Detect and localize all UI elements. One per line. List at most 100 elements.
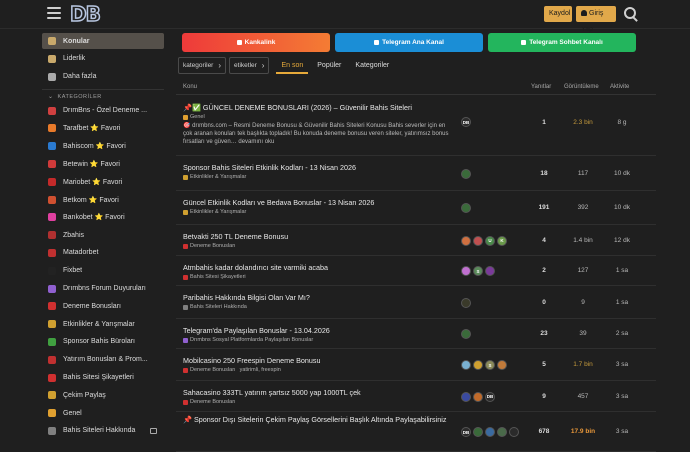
topic-category-badge[interactable]: Etkinlikler & Yarışmalar [183, 209, 246, 215]
last-activity[interactable]: 10 dk [607, 204, 637, 211]
sidebar-category-item[interactable]: DrımBns - Özel Deneme ... [42, 103, 164, 119]
topic-row[interactable]: 📌 Sponsor Dışı Sitelerin Çekim Paylaş Gö… [176, 412, 656, 452]
topic-title-link[interactable]: 📌 Sponsor Dışı Sitelerin Çekim Paylaş Gö… [183, 415, 453, 425]
avatar[interactable]: K [497, 235, 507, 246]
topic-column-header[interactable]: Konu [183, 84, 197, 90]
sidebar-category-item[interactable]: Bahiscom ⭐ Favori [42, 138, 164, 154]
last-activity[interactable]: 3 sa [607, 361, 637, 368]
avatar[interactable] [461, 329, 471, 339]
banner-link-3[interactable]: Telegram Sohbet Kanalı [488, 33, 636, 52]
categories-dropdown[interactable]: kategoriler › [178, 56, 227, 74]
topic-title-link[interactable]: Paribahis Hakkında Bilgisi Olan Var Mı? [183, 293, 310, 302]
search-icon[interactable] [624, 7, 638, 21]
reply-count[interactable]: 18 [529, 170, 559, 177]
topic-category-badge[interactable]: Deneme Bonusları yatirimli, freespin [183, 367, 281, 373]
reply-count[interactable]: 1 [529, 119, 559, 126]
topic-row[interactable]: Atmbahis kadar dolandırıcı site varmiki … [176, 256, 656, 286]
avatar[interactable] [485, 266, 495, 276]
avatar[interactable]: S [473, 266, 483, 276]
topic-category-badge[interactable]: Bahis Sitesi Şikayetleri [183, 274, 246, 280]
avatar[interactable] [461, 297, 471, 308]
topic-row[interactable]: Telegram'da Paylaşılan Bonuslar - 13.04.… [176, 319, 656, 349]
topic-title-link[interactable]: Betvakti 250 TL Deneme Bonusu [183, 232, 288, 241]
avatar[interactable] [461, 168, 471, 179]
topic-row[interactable]: Mobilcasino 250 Freespin Deneme Bonusu De… [176, 349, 656, 381]
hamburger-menu-icon[interactable] [47, 7, 61, 19]
avatar[interactable] [473, 360, 483, 370]
reply-count[interactable]: 191 [529, 204, 559, 211]
last-activity[interactable]: 10 dk [607, 170, 637, 177]
topic-category-badge[interactable]: Deneme Bonusları [183, 243, 236, 249]
reply-count[interactable]: 4 [529, 237, 559, 244]
avatar[interactable]: DB [461, 117, 471, 127]
sidebar-category-item[interactable]: Bahis Siteleri Hakkında [42, 423, 164, 438]
topic-title-link[interactable]: Güncel Etkinlik Kodları ve Bedava Bonusl… [183, 198, 374, 207]
avatar[interactable] [461, 203, 471, 213]
last-activity[interactable]: 2 sa [607, 330, 637, 337]
avatar[interactable] [509, 427, 519, 437]
topic-category-badge[interactable]: Etkinlikler & Yarışmalar [183, 174, 246, 180]
topic-row[interactable]: Paribahis Hakkında Bilgisi Olan Var Mı? B… [176, 286, 656, 319]
reply-count[interactable]: 23 [529, 330, 559, 337]
topic-category-badge[interactable]: Bahis Siteleri Hakkında [183, 304, 247, 310]
avatar[interactable] [461, 360, 471, 370]
sidebar-category-item[interactable]: Genel [42, 405, 164, 421]
sidebar-category-item[interactable]: Bahis Sitesi Şikayetleri [42, 370, 164, 386]
topic-category-badge[interactable]: Drımbns Sosyal Platformlarda Paylaşılan … [183, 337, 313, 343]
categories-section-header[interactable]: ⌄ KATEGORİLER [42, 88, 164, 103]
topic-title-link[interactable]: Sponsor Bahis Siteleri Etkinlik Kodları … [183, 163, 356, 172]
avatar[interactable] [461, 391, 471, 402]
topic-title-link[interactable]: Mobilcasino 250 Freespin Deneme Bonusu [183, 356, 320, 365]
sidebar-category-item[interactable]: Deneme Bonusları [42, 298, 164, 314]
last-activity[interactable]: 1 sa [607, 267, 637, 274]
avatar[interactable]: DB [461, 427, 471, 437]
replies-column-header[interactable]: Yanıtlar [531, 84, 551, 90]
topic-category-badge[interactable]: Genel [183, 114, 205, 120]
avatar[interactable] [497, 360, 507, 370]
sidebar-category-item[interactable]: Betewin ⭐ Favori [42, 156, 164, 172]
sidebar-category-item[interactable]: Yatırım Bonusları & Prom... [42, 352, 164, 368]
last-activity[interactable]: 3 sa [607, 393, 637, 400]
avatar[interactable]: DB [485, 391, 495, 402]
avatar[interactable] [473, 391, 483, 402]
topic-title-link[interactable]: Sahacasino 333TL yatırım şartsız 5000 ya… [183, 388, 361, 397]
topic-title-link[interactable]: Atmbahis kadar dolandırıcı site varmiki … [183, 263, 328, 272]
tab-popular[interactable]: Popüler [312, 57, 346, 74]
sidebar-category-item[interactable]: Zbahis [42, 227, 164, 243]
sidebar-category-item[interactable]: Drımbns Forum Duyuruları [42, 281, 164, 297]
sidebar-category-item[interactable]: Sponsor Bahis Büroları [42, 334, 164, 350]
avatar[interactable] [461, 235, 471, 246]
site-logo[interactable]: DB [69, 2, 101, 26]
topic-category-badge[interactable]: Deneme Bonusları [183, 399, 236, 405]
sidebar-category-item[interactable]: Betkom ⭐ Favori [42, 192, 164, 208]
sidebar-category-item[interactable]: Fixbet [42, 263, 164, 279]
activity-column-header[interactable]: Aktivite [610, 84, 629, 90]
sidebar-collapse-icon[interactable] [150, 428, 157, 434]
topic-tags[interactable]: yatirimli, freespin [240, 367, 281, 373]
login-button[interactable]: Giriş Yap [576, 6, 616, 33]
sidebar-item[interactable]: Liderlik [42, 51, 164, 67]
sidebar-category-item[interactable]: Matadorbet [42, 245, 164, 261]
last-activity[interactable]: 8 g [607, 119, 637, 126]
tab-categories[interactable]: Kategoriler [350, 57, 394, 74]
sidebar-category-item[interactable]: Bankobet ⭐ Favori [42, 209, 164, 225]
tags-dropdown[interactable]: etiketler › [229, 56, 270, 74]
reply-count[interactable]: 5 [529, 361, 559, 368]
avatar[interactable] [497, 427, 507, 437]
avatar[interactable] [473, 427, 483, 437]
topic-row[interactable]: Betvakti 250 TL Deneme Bonusu Deneme Bonu… [176, 225, 656, 256]
topic-row[interactable]: Sponsor Bahis Siteleri Etkinlik Kodları … [176, 156, 656, 191]
avatar[interactable] [485, 427, 495, 437]
topic-row[interactable]: 📌✅ GÜNCEL DENEME BONUSLARI (2026) – Güve… [176, 96, 656, 156]
topic-title-link[interactable]: Telegram'da Paylaşılan Bonuslar - 13.04.… [183, 326, 330, 335]
sidebar-category-item[interactable]: Etkinlikler & Yarışmalar [42, 316, 164, 332]
views-column-header[interactable]: Görüntüleme [564, 84, 599, 90]
topic-row[interactable]: Sahacasino 333TL yatırım şartsız 5000 ya… [176, 381, 656, 412]
last-activity[interactable]: 12 dk [607, 237, 637, 244]
avatar[interactable] [473, 235, 483, 246]
topic-title-link[interactable]: 📌✅ GÜNCEL DENEME BONUSLARI (2026) – Güve… [183, 103, 412, 112]
sidebar-category-item[interactable]: Mariobet ⭐ Favori [42, 174, 164, 190]
last-activity[interactable]: 1 sa [607, 299, 637, 306]
banner-link-1[interactable]: Kankalink [182, 33, 330, 52]
reply-count[interactable]: 9 [529, 393, 559, 400]
